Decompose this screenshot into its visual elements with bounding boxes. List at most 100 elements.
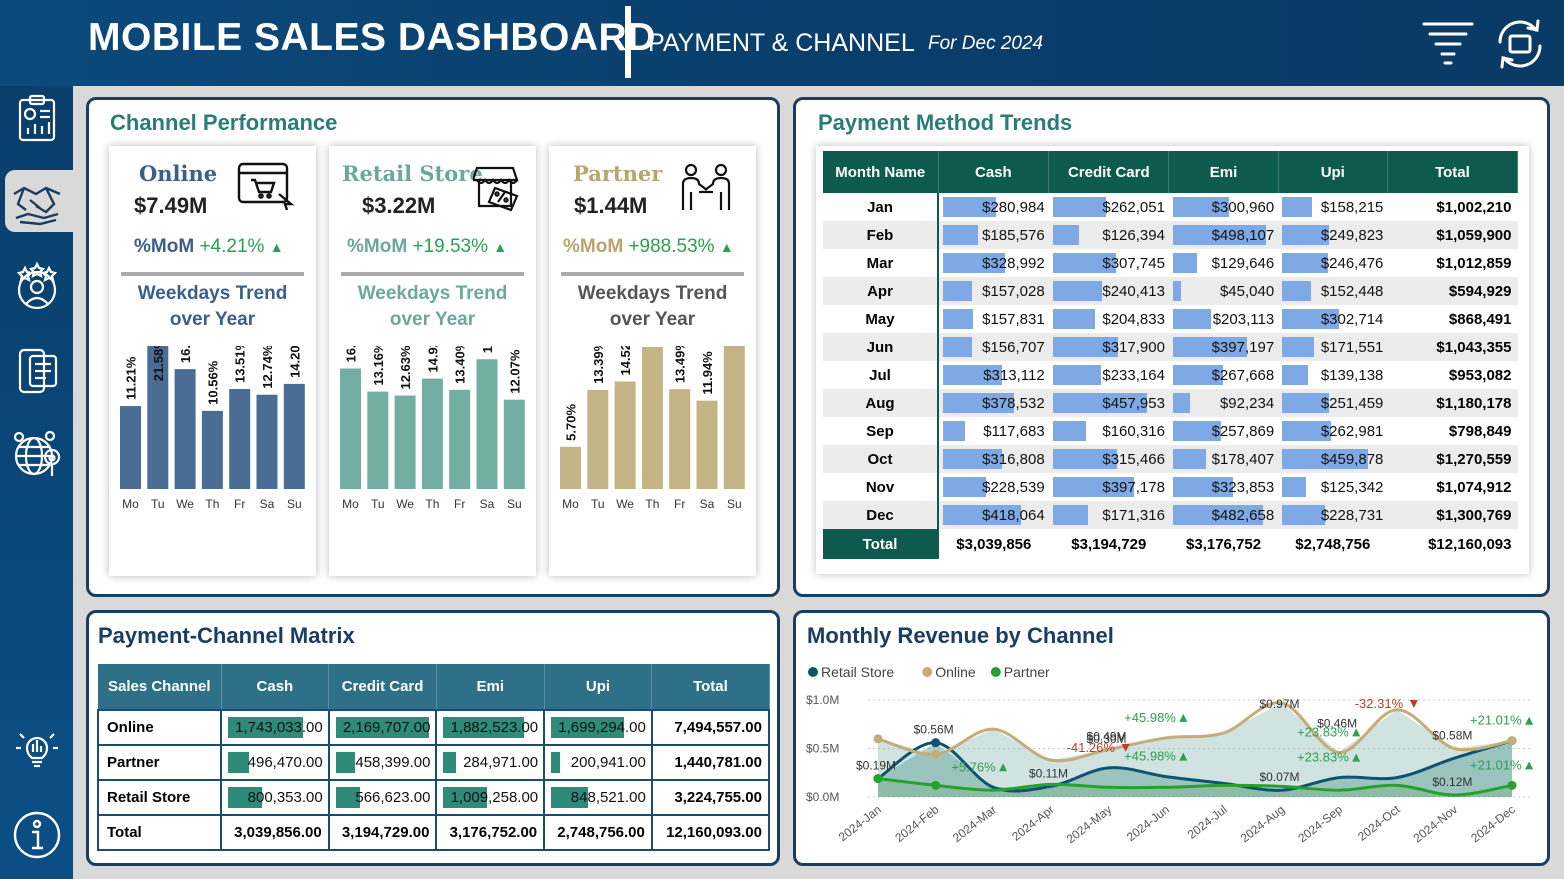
mom-callout: +21.01% — [1470, 713, 1522, 728]
table-row[interactable]: May $157,831 $204,833 $203,113 $302,714 $868,… — [823, 305, 1518, 333]
table-row[interactable]: Apr $157,028 $240,413 $45,040 $152,448 $594,9… — [823, 277, 1518, 305]
legend-label[interactable]: Online — [935, 664, 976, 680]
column-header[interactable]: Month Name — [823, 151, 939, 193]
column-header[interactable]: Credit Card — [1048, 151, 1170, 193]
column-header[interactable]: Upi — [544, 664, 653, 710]
series-point[interactable] — [873, 734, 883, 744]
document-icon[interactable] — [10, 344, 64, 398]
weekday-bar[interactable] — [120, 406, 141, 489]
mom-callout: +5.76% — [951, 759, 996, 774]
series-point[interactable] — [931, 780, 941, 790]
table-row[interactable]: Jul $313,112 $233,164 $267,668 $139,138 $953,… — [823, 361, 1518, 389]
table-row[interactable]: Dec $418,064 $171,316 $482,658 $228,731 $1,30… — [823, 501, 1518, 529]
day-tick-label: Tu — [151, 497, 165, 511]
value-cell: $178,407 — [1168, 445, 1279, 473]
cell-value: $204,833 — [1102, 311, 1165, 328]
weekday-bar[interactable] — [201, 410, 223, 489]
table-row[interactable]: Jun $156,707 $317,900 $397,197 $171,551 $1,04… — [823, 333, 1518, 361]
column-header[interactable]: Credit Card — [328, 664, 437, 710]
globe-location-icon[interactable] — [10, 428, 64, 482]
legend-label[interactable]: Partner — [1004, 664, 1050, 680]
channel-card-online[interactable]: Online $7.49M %MoM +4.21% ▲ Weekdays Tre… — [109, 146, 316, 576]
series-point[interactable] — [931, 749, 941, 759]
table-row[interactable]: Partner 496,470.00 458,399.00 284,971.00 200… — [97, 744, 771, 781]
weekday-bar[interactable] — [587, 389, 609, 489]
refresh-icon[interactable] — [1492, 18, 1548, 70]
weekday-bar[interactable] — [560, 446, 581, 489]
weekday-bar[interactable] — [367, 391, 389, 489]
day-tick-label: Tu — [591, 497, 605, 511]
data-bar — [1052, 421, 1086, 441]
series-point[interactable] — [931, 738, 941, 748]
column-header[interactable]: Emi — [436, 664, 545, 710]
weekday-bar[interactable] — [340, 368, 361, 489]
column-header[interactable]: Cash — [221, 664, 330, 710]
weekday-bar[interactable] — [476, 359, 498, 489]
day-tick-label: Fr — [454, 497, 465, 511]
cell-value: $482,658 — [1211, 507, 1275, 524]
weekday-bar[interactable] — [696, 400, 718, 489]
legend-label[interactable]: Retail Store — [821, 664, 894, 680]
column-header[interactable]: Total — [1387, 151, 1519, 193]
weekday-bar[interactable] — [394, 395, 416, 489]
weekday-bar[interactable] — [421, 378, 443, 489]
series-point[interactable] — [1507, 780, 1517, 790]
table-row[interactable]: Jan $280,984 $262,051 $300,960 $158,215 $1,00… — [823, 193, 1518, 221]
value-cell: $280,984 — [938, 193, 1049, 221]
series-point[interactable] — [1507, 736, 1517, 746]
cell-value: 1,743,033.00 — [235, 719, 323, 736]
cell-value: $378,532 — [982, 395, 1045, 412]
table-row[interactable]: Feb $185,576 $126,394 $498,107 $249,823 $1,05… — [823, 221, 1518, 249]
table-row[interactable]: Aug $378,532 $457,953 $92,234 $251,459 $1,180… — [823, 389, 1518, 417]
table-row[interactable]: Sep $117,683 $160,316 $257,869 $262,981 $798,… — [823, 417, 1518, 445]
table-row[interactable]: Retail Store 800,353.00 566,623.00 1,009,25… — [97, 779, 771, 816]
column-header[interactable]: Total — [651, 664, 770, 710]
value-cell: 800,353.00 — [220, 779, 330, 816]
filter-icon[interactable] — [1420, 18, 1476, 70]
value-cell: $246,476 — [1278, 249, 1387, 277]
channel-card-partner[interactable]: Partner $1.44M %MoM +988.53% ▲ Weekdays … — [549, 146, 756, 576]
bar-data-label: 21.58% — [151, 346, 166, 381]
table-row[interactable]: Online 1,743,033.00 2,169,707.00 1,882,523.… — [97, 709, 771, 746]
page-subtitle: PAYMENT & CHANNEL — [648, 29, 915, 57]
column-header[interactable]: Emi — [1168, 151, 1279, 193]
channel-card-retail-store[interactable]: Retail Store $3.22M %MoM +19.53% ▲ Weekd… — [329, 146, 536, 576]
report-icon[interactable] — [10, 92, 64, 146]
cell-value: $125,342 — [1320, 479, 1384, 496]
weekday-trend-title: Weekdays Trend over Year — [549, 281, 756, 333]
weekday-bar[interactable] — [669, 389, 691, 489]
data-bar — [943, 421, 966, 441]
series-point[interactable] — [873, 774, 883, 784]
weekday-bar[interactable] — [503, 399, 525, 489]
data-bar — [1052, 309, 1095, 329]
table-row[interactable]: Oct $316,808 $315,466 $178,407 $459,878 $1,27… — [823, 445, 1518, 473]
weekday-bar[interactable] — [641, 346, 663, 489]
column-header[interactable]: Cash — [938, 151, 1050, 193]
weekday-bar[interactable] — [229, 389, 251, 489]
data-bar — [943, 281, 973, 301]
customer-rating-icon[interactable] — [10, 260, 64, 314]
value-cell: $300,960 — [1169, 193, 1278, 221]
column-total: $3,194,729 — [1048, 529, 1169, 559]
weekday-bar[interactable] — [723, 346, 745, 489]
data-bar — [1052, 197, 1107, 217]
total-label: Total — [97, 814, 222, 851]
table-row[interactable]: Nov $228,539 $397,178 $323,853 $125,342 $1,07… — [823, 473, 1518, 501]
day-tick-label: Tu — [371, 497, 385, 511]
column-header[interactable]: Sales Channel — [98, 664, 222, 710]
handshake-icon[interactable] — [10, 174, 64, 228]
value-cell: 566,623.00 — [327, 779, 438, 816]
column-header[interactable]: Upi — [1278, 151, 1388, 193]
insight-bulb-icon[interactable] — [10, 722, 64, 776]
weekday-bar[interactable] — [256, 394, 278, 489]
data-bar — [1282, 477, 1306, 497]
weekday-bar[interactable] — [174, 369, 196, 489]
info-icon[interactable] — [10, 808, 64, 862]
weekday-bar[interactable] — [283, 383, 305, 489]
weekday-trend-title: Weekdays Trend over Year — [109, 281, 316, 333]
value-cell: $498,107 — [1168, 221, 1279, 249]
weekday-bar[interactable] — [449, 389, 471, 489]
weekday-bar[interactable] — [614, 381, 636, 489]
value-cell: $397,178 — [1049, 473, 1169, 501]
table-row[interactable]: Mar $328,992 $307,745 $129,646 $246,476 $1,01… — [823, 249, 1518, 277]
